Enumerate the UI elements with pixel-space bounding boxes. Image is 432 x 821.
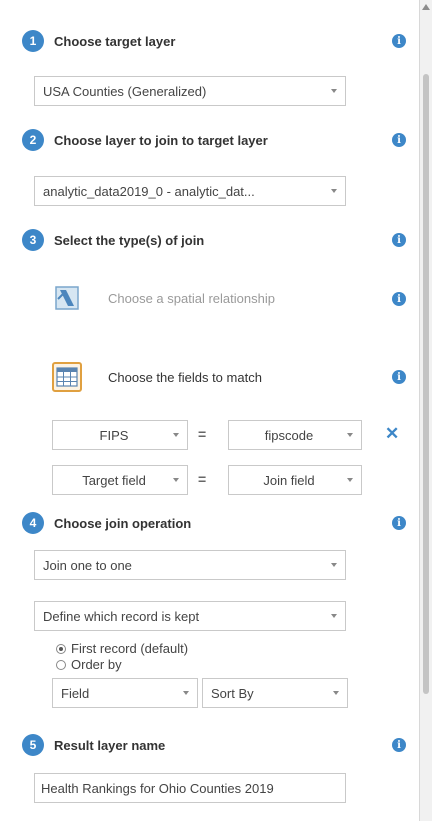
result-layer-name-input[interactable]: Health Rankings for Ohio Counties 2019 <box>34 773 346 803</box>
chevron-down-icon <box>173 478 179 482</box>
analysis-panel: 1 Choose target layer i USA Counties (Ge… <box>0 0 420 821</box>
sort-by-value: Sort By <box>211 685 254 701</box>
map-spatial-icon <box>52 283 82 313</box>
step-title: Select the type(s) of join <box>54 232 205 248</box>
radio-button[interactable] <box>56 659 66 670</box>
chevron-down-icon <box>331 89 337 93</box>
chevron-down-icon <box>347 478 353 482</box>
scrollbar-thumb[interactable] <box>423 74 429 694</box>
join-layer-select[interactable]: analytic_data2019_0 - analytic_dat... <box>34 176 346 206</box>
sort-by-select[interactable]: Sort By <box>202 678 348 708</box>
info-icon[interactable]: i <box>392 34 406 48</box>
join-operation-value: Join one to one <box>43 557 132 573</box>
radio-label: First record (default) <box>71 641 189 656</box>
chevron-down-icon <box>333 691 339 695</box>
target-field-select[interactable]: Target field <box>52 465 188 495</box>
result-layer-name-value: Health Rankings for Ohio Counties 2019 <box>41 780 274 796</box>
vertical-scrollbar[interactable] <box>420 0 432 821</box>
info-icon[interactable]: i <box>392 133 406 147</box>
target-layer-select[interactable]: USA Counties (Generalized) <box>34 76 346 106</box>
step-title: Choose target layer <box>54 33 176 49</box>
target-field-value: FIPS <box>99 427 129 443</box>
step-number-badge: 5 <box>22 734 44 756</box>
order-field-select[interactable]: Field <box>52 678 198 708</box>
join-field-value: fipscode <box>264 427 314 443</box>
step-number-badge: 4 <box>22 512 44 534</box>
record-kept-value: Define which record is kept <box>43 608 200 624</box>
first-record-radio[interactable]: First record (default) <box>56 641 188 656</box>
step-2-header: 2 Choose layer to join to target layer <box>22 129 268 151</box>
spatial-relationship-label: Choose a spatial relationship <box>108 290 275 306</box>
step-number-badge: 1 <box>22 30 44 52</box>
target-layer-value: USA Counties (Generalized) <box>43 83 207 99</box>
chevron-down-icon <box>183 691 189 695</box>
fields-to-match-label: Choose the fields to match <box>108 369 262 385</box>
spatial-relationship-option[interactable]: Choose a spatial relationship <box>52 283 275 313</box>
join-field-select[interactable]: fipscode <box>228 420 362 450</box>
chevron-down-icon <box>331 189 337 193</box>
step-1-header: 1 Choose target layer <box>22 30 175 52</box>
order-by-radio[interactable]: Order by <box>56 657 122 672</box>
table-grid-icon <box>52 362 82 392</box>
info-icon[interactable]: i <box>392 233 406 247</box>
close-icon[interactable]: ✕ <box>385 424 399 444</box>
record-kept-select[interactable]: Define which record is kept <box>34 601 346 631</box>
step-3-header: 3 Select the type(s) of join <box>22 229 204 251</box>
step-title: Choose join operation <box>54 515 192 531</box>
step-number-badge: 2 <box>22 129 44 151</box>
join-operation-select[interactable]: Join one to one <box>34 550 346 580</box>
chevron-down-icon <box>331 614 337 618</box>
info-icon[interactable]: i <box>392 738 406 752</box>
join-field-value: Join field <box>263 472 315 488</box>
equals-sign: = <box>198 426 207 442</box>
join-layer-value: analytic_data2019_0 - analytic_dat... <box>43 183 255 199</box>
info-icon[interactable]: i <box>392 292 406 306</box>
chevron-down-icon <box>347 433 353 437</box>
chevron-down-icon <box>173 433 179 437</box>
step-4-header: 4 Choose join operation <box>22 512 191 534</box>
radio-label: Order by <box>71 657 122 672</box>
order-field-value: Field <box>61 685 90 701</box>
fields-to-match-option[interactable]: Choose the fields to match <box>52 362 262 392</box>
step-title: Result layer name <box>54 737 166 753</box>
target-field-value: Target field <box>82 472 146 488</box>
info-icon[interactable]: i <box>392 516 406 530</box>
step-number-badge: 3 <box>22 229 44 251</box>
join-field-select[interactable]: Join field <box>228 465 362 495</box>
step-title: Choose layer to join to target layer <box>54 132 268 148</box>
step-5-header: 5 Result layer name <box>22 734 165 756</box>
radio-button[interactable] <box>56 643 66 654</box>
equals-sign: = <box>198 471 207 487</box>
scroll-up-icon[interactable] <box>422 4 430 10</box>
chevron-down-icon <box>331 563 337 567</box>
target-field-select[interactable]: FIPS <box>52 420 188 450</box>
info-icon[interactable]: i <box>392 370 406 384</box>
